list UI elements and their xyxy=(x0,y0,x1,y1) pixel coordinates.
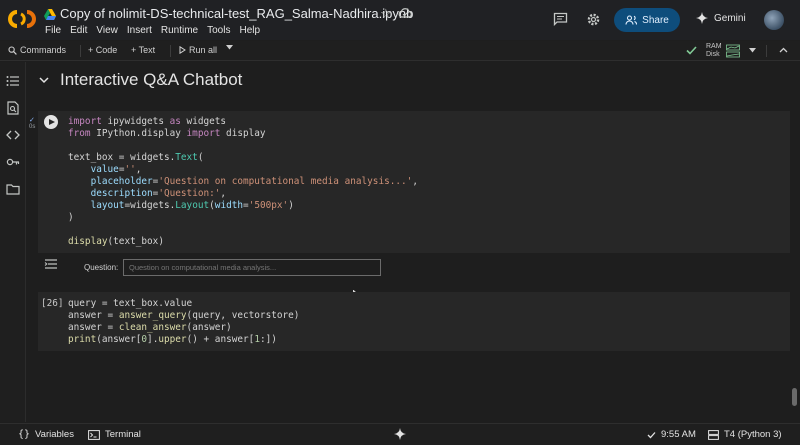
code-snippets-icon[interactable] xyxy=(6,128,20,142)
output-actions-icon[interactable] xyxy=(44,257,58,271)
gemini-sparkle-icon xyxy=(696,12,708,24)
code-line: placeholder='Question on computational m… xyxy=(90,176,418,187)
menu-help[interactable]: Help xyxy=(239,25,260,36)
add-text-button[interactable]: + Text xyxy=(131,45,155,55)
gear-icon[interactable] xyxy=(586,12,601,27)
menu-file[interactable]: File xyxy=(45,25,61,36)
variables-button[interactable]: {} Variables xyxy=(18,429,74,440)
ram-label: RAM xyxy=(706,43,722,50)
code-line: text_box = widgets.Text( xyxy=(68,152,204,163)
folder-icon[interactable] xyxy=(6,182,20,196)
terminal-label: Terminal xyxy=(105,429,141,440)
check-icon xyxy=(647,431,656,438)
collapse-section-chevron-icon[interactable] xyxy=(38,74,50,86)
share-button[interactable]: Share xyxy=(614,8,680,32)
code-line: import ipywidgets as widgets xyxy=(68,116,227,127)
code-line: display(text_box) xyxy=(68,236,164,247)
key-icon[interactable] xyxy=(6,155,20,169)
gemini-button[interactable]: Gemini xyxy=(696,12,746,24)
runtime-type[interactable]: T4 (Python 3) xyxy=(708,429,782,440)
run-all-button[interactable]: Run all xyxy=(179,45,217,55)
vertical-scrollbar[interactable] xyxy=(792,388,797,406)
add-text-label: + Text xyxy=(131,45,156,55)
braces-icon: {} xyxy=(18,429,31,440)
caret-down-icon xyxy=(749,48,756,53)
code-line: answer = clean_answer(answer) xyxy=(68,322,232,333)
menu-edit[interactable]: Edit xyxy=(70,25,87,36)
status-bar: {} Variables Terminal 9:55 AM T4 (Python… xyxy=(0,423,800,445)
question-input[interactable] xyxy=(123,259,381,276)
avatar[interactable] xyxy=(764,10,784,30)
runtime-server-icon xyxy=(708,429,719,440)
last-run-time: 9:55 AM xyxy=(661,429,696,440)
comment-icon[interactable] xyxy=(553,12,568,26)
google-drive-icon xyxy=(44,9,56,20)
gemini-label: Gemini xyxy=(714,12,746,24)
code-line: ) xyxy=(68,212,74,223)
top-header: Copy of nolimit-DS-technical-test_RAG_Sa… xyxy=(0,0,800,40)
question-label: Question: xyxy=(84,263,119,272)
notebook-toolbar: Commands + Code + Text Run all RAM Disk xyxy=(0,41,800,61)
commands-label: Commands xyxy=(20,45,67,55)
star-icon[interactable]: ☆ xyxy=(380,6,392,22)
menu-runtime[interactable]: Runtime xyxy=(161,25,198,36)
resource-monitor[interactable]: RAM Disk xyxy=(706,43,722,59)
collapse-toolbar-button[interactable] xyxy=(779,47,788,53)
code-line: answer = answer_query(query, vectorstore… xyxy=(68,310,300,321)
code-line: value='', xyxy=(90,164,142,175)
people-icon xyxy=(625,15,638,25)
runtime-label: T4 (Python 3) xyxy=(724,429,782,440)
commands-button[interactable]: Commands xyxy=(8,45,66,55)
menu-insert[interactable]: Insert xyxy=(127,25,152,36)
cloud-saved-icon[interactable] xyxy=(398,7,412,19)
gemini-status-button[interactable] xyxy=(394,428,406,440)
toolbar-divider xyxy=(80,45,81,57)
code-line: print(answer[0].upper() + answer[1:]) xyxy=(68,334,277,345)
run-cell-button[interactable] xyxy=(44,115,58,129)
code-line: description='Question:', xyxy=(90,188,227,199)
share-label: Share xyxy=(642,14,669,26)
code-line: query = text_box.value xyxy=(68,298,193,309)
terminal-icon xyxy=(88,429,100,440)
table-of-contents-icon[interactable] xyxy=(6,74,20,88)
last-run-status[interactable]: 9:55 AM xyxy=(647,429,696,440)
code-line: layout=widgets.Layout(width='500px') xyxy=(90,200,294,211)
variables-label: Variables xyxy=(35,429,74,440)
cell-executed-check-icon: ✓ xyxy=(29,117,35,124)
left-sidebar xyxy=(0,62,26,422)
colab-logo[interactable] xyxy=(8,9,36,29)
disk-label: Disk xyxy=(706,51,720,58)
chevron-up-icon xyxy=(779,47,788,53)
find-replace-icon[interactable] xyxy=(6,101,20,115)
play-icon xyxy=(179,46,186,54)
cell-exec-time: 0s xyxy=(29,124,36,130)
runtime-options-dropdown[interactable] xyxy=(749,48,756,53)
toolbar-divider xyxy=(170,45,171,57)
code-line: from IPython.display import display xyxy=(68,128,266,139)
terminal-button[interactable]: Terminal xyxy=(88,429,141,440)
section-heading: Interactive Q&A Chatbot xyxy=(60,70,243,89)
run-all-label: Run all xyxy=(189,45,218,55)
run-options-dropdown[interactable] xyxy=(226,45,233,50)
caret-down-icon xyxy=(226,45,233,50)
gemini-sparkle-icon xyxy=(394,428,406,440)
search-icon xyxy=(8,45,17,55)
menu-bar: File Edit View Insert Runtime Tools Help xyxy=(45,25,269,36)
add-code-button[interactable]: + Code xyxy=(88,45,117,55)
toolbar-divider xyxy=(766,45,767,57)
connected-check-icon xyxy=(686,46,697,55)
add-code-label: + Code xyxy=(88,45,118,55)
execution-count: [26] xyxy=(41,298,64,309)
menu-view[interactable]: View xyxy=(96,25,118,36)
menu-tools[interactable]: Tools xyxy=(207,25,230,36)
notebook-title[interactable]: Copy of nolimit-DS-technical-test_RAG_Sa… xyxy=(60,6,413,21)
resource-bars-icon xyxy=(726,44,740,58)
